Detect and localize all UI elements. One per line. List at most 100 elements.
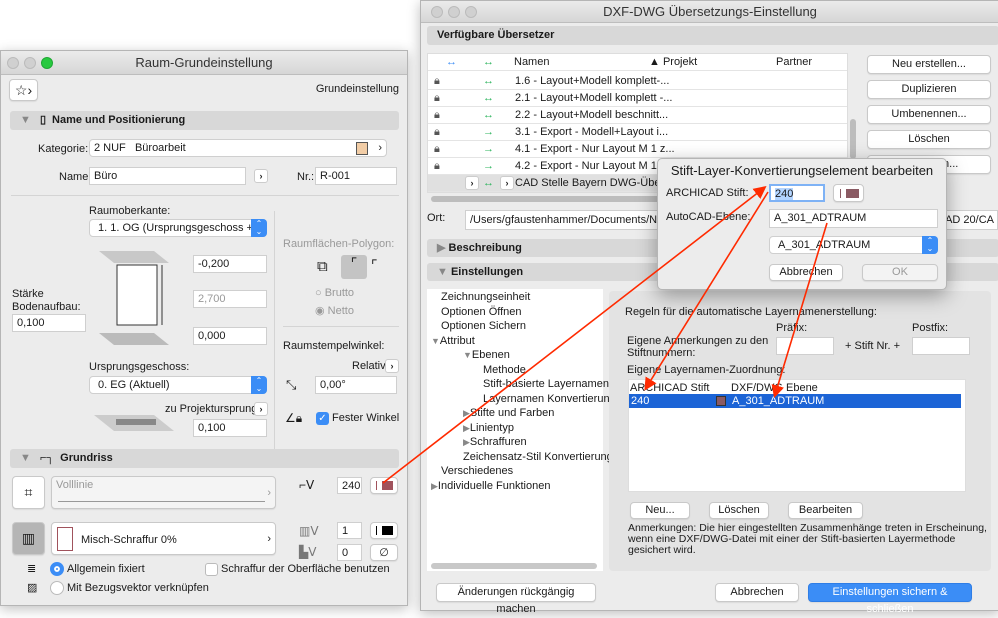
- tree-item[interactable]: ▶Stifte und Farben: [463, 407, 554, 419]
- angle-input[interactable]: 0,00°: [315, 376, 397, 394]
- relative-chevron-button[interactable]: ›: [385, 359, 399, 373]
- gross-polygon-icon[interactable]: ⧉: [317, 258, 328, 275]
- tree-item[interactable]: ▼Ebenen: [463, 349, 510, 361]
- net-radio[interactable]: ◉ Netto: [315, 304, 354, 317]
- settings-tree[interactable]: Zeichnungseinheit Optionen Öffnen Optionen…: [427, 289, 616, 571]
- tree-item[interactable]: Zeichnungseinheit: [441, 291, 530, 303]
- tree-item[interactable]: ▶Schraffuren: [463, 436, 527, 448]
- chevron-right-icon[interactable]: ›: [500, 176, 514, 190]
- minimize-button[interactable]: [24, 57, 36, 69]
- polygon-alt-icon[interactable]: ⌜: [371, 257, 378, 274]
- section-floor-plan[interactable]: ▼ ⌐┐ Grundriss: [10, 449, 399, 468]
- net-polygon-icon[interactable]: ⌜: [341, 255, 367, 279]
- ref-input[interactable]: 0,100: [193, 419, 267, 437]
- disclosure-icon[interactable]: ▶: [463, 423, 470, 433]
- col-project[interactable]: ▲ Projekt: [649, 54, 697, 71]
- name-chevron-button[interactable]: ›: [254, 169, 268, 183]
- mapping-edit-button[interactable]: Bearbeiten: [788, 502, 863, 519]
- layer-select[interactable]: A_301_ADTRAUM ⌃ ⌄: [769, 236, 938, 254]
- rename-button[interactable]: Umbenennen...: [867, 105, 991, 124]
- minimize-button[interactable]: [448, 6, 460, 18]
- dialog-cancel-button[interactable]: Abbrechen: [769, 264, 843, 281]
- home-story-select[interactable]: 0. EG (Aktuell) ⌃ ⌄: [89, 376, 267, 394]
- fixed-angle-checkbox[interactable]: ✓: [316, 412, 329, 425]
- two-way-green-icon[interactable]: ↔: [483, 54, 494, 71]
- dialog-ok-button[interactable]: OK: [862, 264, 938, 281]
- duplicate-button[interactable]: Duplizieren: [867, 80, 991, 99]
- contour-toggle[interactable]: ⌗: [12, 476, 45, 509]
- disclosure-icon[interactable]: ▶: [463, 437, 470, 447]
- fill-pen-input[interactable]: 1: [337, 522, 362, 539]
- save-and-close-button[interactable]: Einstellungen sichern & schließen: [808, 583, 972, 615]
- chevron-right-icon[interactable]: ›: [378, 140, 382, 156]
- gross-radio[interactable]: ○ Brutto: [315, 287, 354, 299]
- translator-row[interactable]: 🔒︎ → 3.1 - Export - Modell+Layout i...: [428, 124, 847, 141]
- top-offset-input[interactable]: -0,200: [193, 255, 267, 273]
- vector-radio[interactable]: [50, 581, 64, 595]
- new-translator-button[interactable]: Neu erstellen...: [867, 55, 991, 74]
- tree-item[interactable]: Layernamen Konvertierung: [483, 393, 616, 405]
- tree-item[interactable]: Methode: [483, 364, 526, 376]
- tree-scrollbar[interactable]: [431, 563, 597, 569]
- ref-chevron-button[interactable]: ›: [254, 402, 268, 416]
- fill-pen-color-button[interactable]: [370, 522, 398, 539]
- pen-color-button[interactable]: [833, 184, 864, 202]
- postfix-input[interactable]: [912, 337, 970, 355]
- contour-pen-color-button[interactable]: [370, 477, 398, 494]
- cancel-button[interactable]: Abbrechen: [715, 583, 799, 602]
- tree-item[interactable]: ▶Linientyp: [463, 422, 514, 434]
- name-input[interactable]: Büro: [89, 167, 246, 185]
- fill-type-select[interactable]: Misch-Schraffur 0% ›: [51, 522, 276, 555]
- disclosure-icon[interactable]: ▼: [463, 350, 472, 360]
- vertical-scrollbar[interactable]: [850, 119, 856, 159]
- translator-row[interactable]: 🔒︎ ↔ 2.1 - Layout+Modell komplett -...: [428, 90, 847, 107]
- fixed-radio[interactable]: [50, 562, 64, 576]
- nr-input[interactable]: R-001: [315, 167, 397, 185]
- bottom-offset-input[interactable]: 0,000: [193, 327, 267, 345]
- translator-row[interactable]: 🔒︎ ↔ 2.2 - Layout+Modell beschnitt...: [428, 107, 847, 124]
- category-field[interactable]: 2 NUF Büroarbeit ›: [89, 139, 387, 157]
- section-available-translators[interactable]: Verfügbare Übersetzer: [427, 26, 998, 45]
- background-pen-button[interactable]: ∅: [370, 544, 398, 561]
- favorites-button[interactable]: ☆›: [9, 79, 38, 101]
- background-pen-input[interactable]: 0: [337, 544, 362, 561]
- close-button[interactable]: [7, 57, 19, 69]
- col-archicad-pen[interactable]: ARCHICAD Stift: [630, 382, 709, 394]
- col-partner[interactable]: Partner: [776, 54, 812, 71]
- tree-item[interactable]: Verschiedenes: [441, 465, 513, 477]
- two-way-blue-icon[interactable]: ↔: [446, 54, 457, 71]
- tree-item[interactable]: ▼Attribut: [431, 335, 475, 347]
- tree-item[interactable]: Zeichensatz-Stil Konvertierung: [463, 451, 613, 463]
- tree-item[interactable]: Optionen Öffnen: [441, 306, 522, 318]
- close-button[interactable]: [431, 6, 443, 18]
- tree-item[interactable]: Optionen Sichern: [441, 320, 526, 332]
- line-type-select[interactable]: Volllinie ›: [51, 476, 276, 509]
- disclosure-icon[interactable]: ▼: [431, 336, 440, 346]
- mapping-new-button[interactable]: Neu...: [630, 502, 690, 519]
- surface-fill-checkbox[interactable]: [205, 563, 218, 576]
- height-input[interactable]: 2,700: [193, 290, 267, 308]
- col-dxf-layer[interactable]: DXF/DWG Ebene: [731, 382, 818, 394]
- undo-changes-button[interactable]: Änderungen rückgängig machen: [436, 583, 596, 615]
- prefix-input[interactable]: [776, 337, 834, 355]
- top-select[interactable]: 1. 1. OG (Ursprungsgeschoss + 1) ⌃ ⌄: [89, 219, 267, 237]
- tree-item[interactable]: Stift-basierte Layernamen: [483, 378, 609, 390]
- fill-toggle[interactable]: ▥: [12, 522, 45, 555]
- pen-input[interactable]: 240: [769, 184, 825, 202]
- contour-pen-input[interactable]: 240: [337, 477, 362, 494]
- chevron-right-icon[interactable]: ›: [465, 176, 479, 190]
- zoom-button[interactable]: [465, 6, 477, 18]
- section-name-position[interactable]: ▼ ▯ Name und Positionierung: [10, 111, 399, 130]
- translator-row[interactable]: 🔒︎ ↔ 1.6 - Layout+Modell komplett-...: [428, 73, 847, 90]
- mapping-row[interactable]: 240 A_301_ADTRAUM: [629, 394, 961, 408]
- delete-translator-button[interactable]: Löschen: [867, 130, 991, 149]
- col-names[interactable]: Namen: [514, 54, 549, 71]
- mapping-delete-button[interactable]: Löschen: [709, 502, 769, 519]
- disclosure-icon[interactable]: ▶: [463, 408, 470, 418]
- zoom-button[interactable]: [41, 57, 53, 69]
- translator-row[interactable]: 🔒︎ → 4.1 - Export - Nur Layout M 1 z...: [428, 141, 847, 158]
- mapping-table[interactable]: ARCHICAD Stift DXF/DWG Ebene 240 A_301_A…: [628, 379, 966, 492]
- tree-item[interactable]: ▶Individuelle Funktionen: [431, 480, 550, 492]
- layer-input[interactable]: A_301_ADTRAUM: [769, 209, 938, 228]
- floor-thickness-input[interactable]: 0,100: [12, 314, 86, 332]
